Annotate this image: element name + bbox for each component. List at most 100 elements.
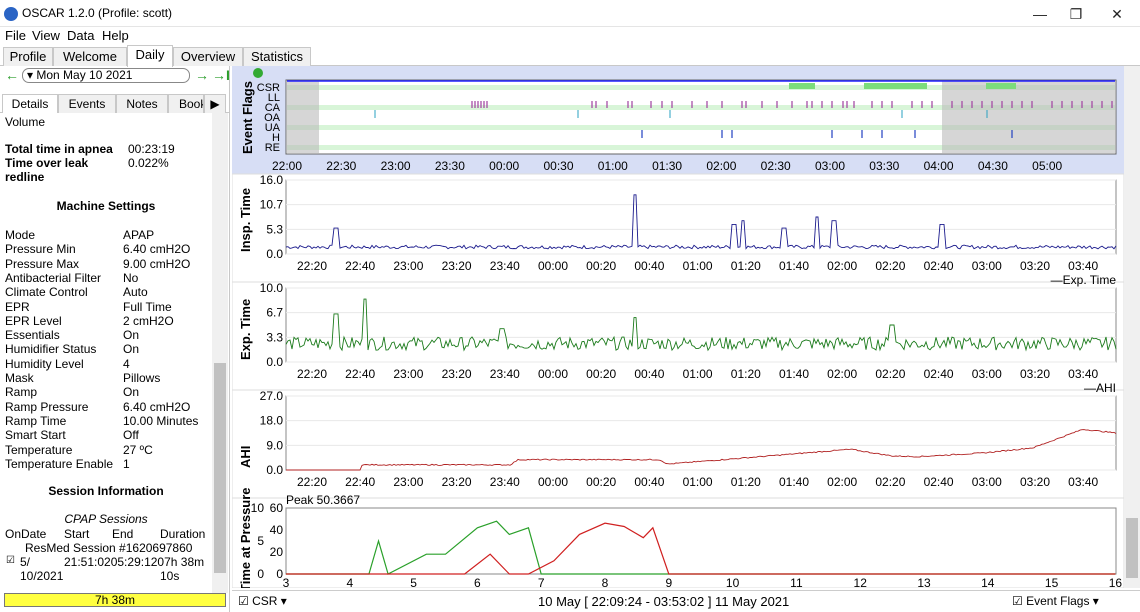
restore-button[interactable]: ❐ <box>1059 4 1093 24</box>
scrollbar-thumb[interactable] <box>214 363 226 573</box>
chart-scrollbar-thumb[interactable] <box>1126 518 1138 578</box>
y-tick-label: 9.0 <box>266 438 283 452</box>
setting-value: On <box>123 328 140 343</box>
date-range: 10 May [ 22:09:24 - 03:53:02 ] 11 May 20… <box>538 594 790 609</box>
col-end: End <box>112 527 134 541</box>
setting-label: Smart Start <box>5 428 66 443</box>
detail-tabs: Details Events Notes Book ▶ <box>0 93 230 113</box>
forward-arrow-icon[interactable]: → <box>195 67 209 83</box>
x-tick-label: 3 <box>283 576 290 588</box>
tab-bookmarks[interactable]: Book <box>168 94 204 113</box>
setting-value: 9.00 cmH2O <box>123 256 191 271</box>
x-tick-label: 14 <box>981 576 995 588</box>
x-tick-label: 03:20 <box>1020 367 1050 381</box>
x-tick-label: 00:00 <box>538 367 568 381</box>
x-tick-label: 03:00 <box>972 367 1002 381</box>
event-flags-checkbox[interactable]: ☑ Event Flags ▾ <box>1012 594 1099 608</box>
setting-value: On <box>123 385 140 400</box>
charts-svg[interactable]: CSRLLCAOAUAHRE22:00 22:30 23:00 23:30 00:00 0… <box>231 66 1125 592</box>
back-arrow-icon[interactable]: ← <box>5 67 19 83</box>
flag-row-label: RE <box>265 142 280 154</box>
y-tick-label: 6.7 <box>266 306 283 320</box>
setting-value: 6.40 cmH2O <box>123 399 191 414</box>
x-tick-label: 22:40 <box>345 475 375 489</box>
y-tick-label: 3.3 <box>266 330 283 344</box>
x-tick-label: 23:40 <box>490 475 520 489</box>
session-date-line2: 10/2021 <box>20 569 64 583</box>
tab-notes[interactable]: Notes <box>116 94 168 113</box>
chart-area: CSR LL CA OA UA H RE 22:00 22:30 23:00 23:30 00:00 0… <box>231 66 1140 592</box>
minimize-button[interactable]: — <box>1023 4 1057 24</box>
y-tick-label-left: 0 <box>257 567 264 581</box>
x-tick-label: 22:40 <box>345 367 375 381</box>
setting-label: Ramp <box>5 385 38 400</box>
legend-label: —AHI <box>1084 381 1116 395</box>
tab-daily[interactable]: Daily <box>127 45 173 67</box>
x-tick-label: 02:00 <box>827 475 857 489</box>
x-tick-label: 03:20 <box>1020 259 1050 273</box>
legend-label: —Exp. Time <box>1051 273 1117 287</box>
x-tick-label: 02:40 <box>924 259 954 273</box>
event-flags-tick: 23:30 <box>435 159 465 173</box>
setting-value: Auto <box>123 285 148 300</box>
leak-label-cont: redline <box>5 170 45 184</box>
tab-details[interactable]: Details <box>2 94 58 113</box>
y-tick-label: 16.0 <box>260 173 284 187</box>
x-tick-label: 01:20 <box>731 475 761 489</box>
tab-profile[interactable]: Profile <box>3 47 53 66</box>
menu-file[interactable]: File <box>5 28 26 43</box>
left-panel: ← ▾ Mon May 10 2021 → →I Details Events … <box>0 66 230 612</box>
setting-label: Mode <box>5 228 36 242</box>
y-tick-label: 0.0 <box>266 463 283 477</box>
x-tick-label: 02:00 <box>827 367 857 381</box>
setting-label: Essentials <box>5 328 60 343</box>
panel-title: Time at Pressure <box>238 487 253 588</box>
event-flags-tick: 01:30 <box>652 159 682 173</box>
setting-label: EPR <box>5 299 30 314</box>
x-tick-label: 11 <box>790 576 803 588</box>
x-tick-label: 23:00 <box>393 475 423 489</box>
x-tick-label: 02:40 <box>924 367 954 381</box>
session-date-line1: 5/ <box>20 555 31 569</box>
tab-overview[interactable]: Overview <box>173 47 243 66</box>
x-tick-label: 01:00 <box>683 259 713 273</box>
x-tick-label: 01:20 <box>731 367 761 381</box>
tab-scroll-arrow-icon[interactable]: ▶ <box>204 94 226 113</box>
x-tick-label: 00:20 <box>586 475 616 489</box>
x-tick-label: 02:20 <box>875 259 905 273</box>
setting-value: APAP <box>123 228 155 242</box>
chart-scrollbar[interactable] <box>1124 66 1140 588</box>
x-tick-label: 23:40 <box>490 367 520 381</box>
x-tick-label: 10 <box>726 576 740 588</box>
x-tick-label: 03:00 <box>972 475 1002 489</box>
panel-title: AHI <box>238 446 253 468</box>
close-button[interactable]: ✕ <box>1100 4 1134 24</box>
session-name: ResMed Session #1620697860 <box>25 541 193 555</box>
tab-events[interactable]: Events <box>58 94 116 113</box>
session-times: 21:51:0205:29:1207h 38m <box>64 555 205 569</box>
setting-value: No <box>123 270 139 285</box>
date-selector[interactable]: ▾ Mon May 10 2021 <box>22 68 190 83</box>
menu-data[interactable]: Data <box>67 28 94 43</box>
tab-statistics[interactable]: Statistics <box>243 47 311 66</box>
menu-help[interactable]: Help <box>102 28 129 43</box>
volume-label: Volume <box>5 115 46 129</box>
x-tick-label: 00:00 <box>538 259 568 273</box>
x-tick-label: 15 <box>1045 576 1059 588</box>
csr-checkbox[interactable]: ☑ CSR ▾ <box>238 594 287 608</box>
setting-label: Pressure Min <box>5 242 76 257</box>
cpap-sessions-label: CPAP Sessions <box>64 512 148 526</box>
details-scrollbar[interactable] <box>212 113 228 593</box>
session-checkbox[interactable]: ☑ <box>6 554 15 568</box>
x-tick-label: 02:40 <box>924 475 954 489</box>
menu-bar: File View Data Help <box>0 27 1140 45</box>
last-day-icon[interactable]: →I <box>212 67 230 83</box>
x-tick-label: 01:00 <box>683 367 713 381</box>
y-tick-label: 27.0 <box>260 389 284 403</box>
event-flags-label: Event Flags <box>1026 594 1090 608</box>
tab-welcome[interactable]: Welcome <box>53 47 127 66</box>
apnea-label: Total time in apnea <box>5 142 113 156</box>
y-tick-label: 10.0 <box>260 281 284 295</box>
menu-view[interactable]: View <box>32 28 60 43</box>
x-tick-label: 02:00 <box>827 259 857 273</box>
